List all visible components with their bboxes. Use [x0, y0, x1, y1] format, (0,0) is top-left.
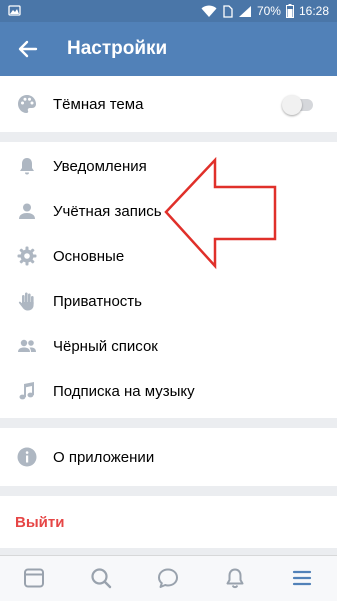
dark-theme-label: Тёмная тема [53, 95, 144, 113]
privacy-label: Приватность [53, 292, 142, 310]
logout-card: Выйти [0, 496, 337, 548]
palette-icon [18, 95, 36, 113]
clock: 16:28 [298, 4, 329, 18]
notifications-icon[interactable] [223, 566, 247, 590]
dark-theme-card: Тёмная тема [0, 76, 337, 132]
menu-item-privacy[interactable]: Приватность [0, 279, 337, 323]
notifications-label: Уведомления [53, 157, 147, 175]
menu-item-music-subscription[interactable]: Подписка на музыку [0, 369, 337, 413]
dark-theme-row[interactable]: Тёмная тема [0, 82, 337, 126]
dark-theme-toggle[interactable] [282, 95, 313, 115]
menu-item-about[interactable]: О приложении [0, 435, 337, 479]
toggle-knob [282, 95, 302, 115]
status-bar: 70% 16:28 [0, 0, 337, 22]
signal-icon [238, 5, 251, 17]
music-subscription-label: Подписка на музыку [53, 382, 195, 400]
status-notifications [8, 4, 21, 17]
newsfeed-icon[interactable] [22, 566, 46, 590]
menu-item-general[interactable]: Основные [0, 234, 337, 278]
page-title: Настройки [67, 38, 168, 59]
battery-percent: 70% [256, 4, 281, 18]
users-icon [18, 339, 36, 352]
messages-icon[interactable] [156, 566, 180, 590]
battery-icon [285, 4, 294, 18]
music-note-icon [19, 382, 34, 400]
about-card: О приложении [0, 428, 337, 486]
info-icon [17, 447, 37, 467]
blacklist-label: Чёрный список [53, 337, 158, 355]
wifi-icon [201, 5, 217, 17]
search-icon[interactable] [89, 566, 113, 590]
about-label: О приложении [53, 448, 155, 466]
app-bar: Настройки [0, 22, 337, 76]
menu-item-account[interactable]: Учётная запись [0, 189, 337, 233]
sim-icon [223, 4, 233, 18]
image-notification-icon [8, 5, 21, 16]
menu-icon[interactable] [290, 566, 314, 590]
back-arrow-icon[interactable] [14, 35, 42, 63]
user-icon [19, 203, 35, 219]
logout-row[interactable]: Выйти [0, 500, 337, 544]
settings-card: Уведомления Учётная запись Основные Прив… [0, 142, 337, 418]
logout-button[interactable]: Выйти [15, 514, 64, 531]
hand-icon [18, 292, 34, 311]
general-label: Основные [53, 247, 125, 265]
gear-icon [17, 246, 37, 266]
bottom-nav [0, 555, 337, 601]
menu-item-blacklist[interactable]: Чёрный список [0, 324, 337, 368]
bell-icon [20, 158, 34, 175]
account-label: Учётная запись [53, 202, 162, 220]
menu-item-notifications[interactable]: Уведомления [0, 144, 337, 188]
